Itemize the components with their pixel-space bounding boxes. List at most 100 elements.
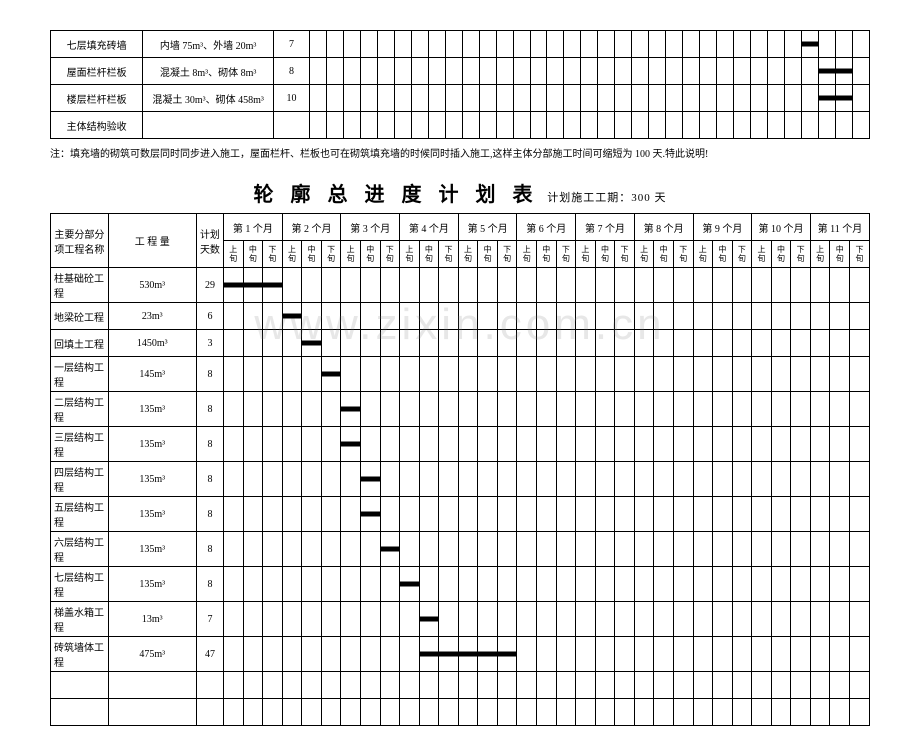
gantt-cell (556, 699, 576, 726)
gantt-cell (673, 567, 693, 602)
gantt-cell (632, 58, 649, 85)
gantt-cell (458, 532, 478, 567)
row-name (51, 699, 109, 726)
gantt-cell (263, 268, 283, 303)
gantt-cell (537, 532, 557, 567)
gantt-cell (341, 637, 361, 672)
gantt-cell (666, 85, 683, 112)
gantt-cell (734, 58, 751, 85)
gantt-bar (263, 283, 282, 288)
gantt-cell (791, 303, 811, 330)
row-qty: 135m³ (108, 427, 196, 462)
gantt-cell (576, 268, 596, 303)
gantt-cell (693, 303, 713, 330)
gantt-cell (810, 303, 830, 330)
table-row: 四层结构工程135m³8 (51, 462, 870, 497)
gantt-cell (634, 330, 654, 357)
gantt-cell (224, 532, 244, 567)
row-days (196, 672, 223, 699)
gantt-cell (497, 637, 517, 672)
gantt-cell (341, 462, 361, 497)
gantt-cell (751, 85, 768, 112)
gantt-cell (700, 112, 717, 139)
gantt-cell (713, 357, 733, 392)
gantt-cell (791, 532, 811, 567)
gantt-cell (595, 357, 615, 392)
gantt-cell (243, 330, 263, 357)
gantt-cell (693, 357, 713, 392)
gantt-cell (411, 58, 428, 85)
gantt-cell (394, 58, 411, 85)
gantt-cell (810, 497, 830, 532)
header-subperiod: 上旬 (458, 241, 478, 268)
gantt-cell (771, 699, 791, 726)
gantt-cell (263, 602, 283, 637)
gantt-cell (360, 602, 380, 637)
gantt-cell (341, 672, 361, 699)
gantt-cell (439, 672, 459, 699)
gantt-cell (479, 31, 496, 58)
gantt-cell (341, 268, 361, 303)
gantt-cell (700, 85, 717, 112)
gantt-cell (654, 567, 674, 602)
gantt-cell (634, 532, 654, 567)
gantt-cell (478, 699, 498, 726)
gantt-cell (830, 637, 850, 672)
header-subperiod: 下旬 (732, 241, 752, 268)
gantt-cell (380, 427, 400, 462)
gantt-cell (394, 31, 411, 58)
gantt-cell (497, 567, 517, 602)
gantt-cell (326, 58, 343, 85)
gantt-cell (810, 268, 830, 303)
gantt-cell (791, 602, 811, 637)
gantt-cell (556, 330, 576, 357)
gantt-cell (224, 567, 244, 602)
gantt-cell (419, 392, 439, 427)
gantt-cell (243, 637, 263, 672)
gantt-bar (361, 477, 380, 482)
gantt-cell (263, 699, 283, 726)
gantt-cell (673, 427, 693, 462)
gantt-cell (377, 58, 394, 85)
gantt-cell (458, 427, 478, 462)
gantt-cell (282, 303, 302, 330)
row-qty: 23m³ (108, 303, 196, 330)
gantt-cell (835, 58, 852, 85)
gantt-cell (850, 462, 870, 497)
row-name: 一层结构工程 (51, 357, 109, 392)
gantt-cell (576, 637, 596, 672)
gantt-cell (564, 85, 581, 112)
gantt-cell (615, 462, 635, 497)
gantt-cell (713, 330, 733, 357)
gantt-cell (496, 58, 513, 85)
gantt-cell (634, 427, 654, 462)
row-name: 四层结构工程 (51, 462, 109, 497)
gantt-cell (400, 602, 420, 637)
gantt-cell (321, 497, 341, 532)
table-row: 二层结构工程135m³8 (51, 392, 870, 427)
header-subperiod: 下旬 (497, 241, 517, 268)
gantt-cell (547, 85, 564, 112)
gantt-cell (224, 672, 244, 699)
gantt-cell (224, 699, 244, 726)
gantt-cell (654, 427, 674, 462)
row-days (196, 699, 223, 726)
gantt-cell (377, 112, 394, 139)
gantt-cell (791, 427, 811, 462)
gantt-cell (634, 357, 654, 392)
gantt-cell (263, 637, 283, 672)
gantt-cell (615, 497, 635, 532)
gantt-cell (615, 357, 635, 392)
gantt-cell (734, 85, 751, 112)
gantt-cell (576, 357, 596, 392)
gantt-cell (556, 497, 576, 532)
gantt-cell (419, 672, 439, 699)
gantt-cell (341, 699, 361, 726)
gantt-cell (654, 392, 674, 427)
gantt-cell (224, 497, 244, 532)
gantt-cell (732, 462, 752, 497)
gantt-cell (243, 427, 263, 462)
gantt-cell (850, 602, 870, 637)
gantt-cell (419, 637, 439, 672)
gantt-cell (768, 85, 785, 112)
